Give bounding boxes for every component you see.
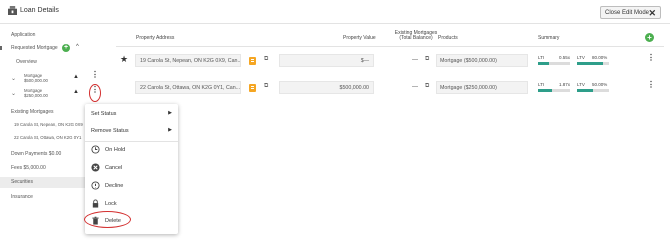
annotation-circle-more-options xyxy=(89,84,101,102)
chevron-down-icon[interactable]: ⌄ xyxy=(11,75,16,82)
sidebar-item-existing-mortgages[interactable]: Existing Mortgages xyxy=(11,109,54,115)
sidebar-item-overview[interactable]: Overview xyxy=(16,59,37,65)
external-link-icon[interactable]: ⧉ xyxy=(425,83,429,90)
row-more-options-icon[interactable]: ⋮ xyxy=(647,54,655,62)
menu-item-decline[interactable]: Decline xyxy=(85,178,178,194)
products-field[interactable]: Mortgage ($500,000.00) xyxy=(436,54,528,67)
column-header-property-value: Property Value xyxy=(343,35,376,41)
lti-bar xyxy=(538,89,570,92)
close-edit-mode-label: Close Edit Mode xyxy=(605,10,650,16)
primary-star-icon[interactable]: ★ xyxy=(120,54,128,65)
property-address-field[interactable]: 19 Carola St, Nepean, ON K2G 0X9, Can... xyxy=(135,54,241,67)
lti-label: LTI xyxy=(538,55,545,60)
sidebar-item-application[interactable]: Application xyxy=(11,32,35,38)
property-icon: ▲ xyxy=(73,74,79,80)
products-field[interactable]: Mortgage ($250,000.00) xyxy=(436,81,528,94)
set-status-label: Set Status xyxy=(91,111,117,117)
menu-item-set-status[interactable]: Set Status ▶ xyxy=(85,106,178,122)
mortgage-amount: $250,000.00 xyxy=(24,93,48,98)
sidebar-item-requested-mortgage[interactable]: Requested Mortgage xyxy=(11,45,58,51)
mortgage-label: Mortgage $500,000.00 xyxy=(24,73,48,83)
sidebar-item-fees[interactable]: Fees $5,000.00 xyxy=(11,165,46,171)
property-icon: ▲ xyxy=(73,89,79,95)
cancel-label: Cancel xyxy=(105,165,123,171)
ltv-label: LTV xyxy=(577,82,585,87)
external-link-icon[interactable]: ⧉ xyxy=(425,56,429,63)
column-header-summary: Summary xyxy=(538,35,560,41)
existing-mortgages-header-line2: (Total Balance) xyxy=(399,35,433,41)
existing-balance-value: — xyxy=(412,57,418,63)
ltv-value: 80.00% xyxy=(592,55,608,60)
lti-value: 1.87x xyxy=(559,82,571,87)
property-value-field[interactable]: $500,000.00 xyxy=(279,81,374,94)
sidebar-item-insurance[interactable]: Insurance xyxy=(11,194,33,200)
mortgage-label: Mortgage $250,000.00 xyxy=(24,88,48,98)
submenu-arrow-icon: ▶ xyxy=(168,110,172,116)
close-edit-mode-button[interactable]: Close Edit Mode ✕ xyxy=(600,6,661,19)
ltv-bar xyxy=(577,62,609,65)
document-icon[interactable] xyxy=(249,57,256,65)
ltv-value: 50.00% xyxy=(592,82,608,87)
lti-value: 0.55x xyxy=(559,55,571,60)
chevron-down-icon[interactable]: ⌄ xyxy=(11,90,16,97)
securities-table-header: Property Address Property Value Existing… xyxy=(116,27,664,47)
property-address-field[interactable]: 22 Carola St, Ottawa, ON K2G 0Y1, Can... xyxy=(135,81,241,94)
decline-label: Decline xyxy=(105,183,124,189)
ltv-bar-fill xyxy=(577,62,603,65)
document-icon[interactable] xyxy=(249,84,256,92)
lock-label: Lock xyxy=(105,201,117,207)
lti-bar xyxy=(538,62,570,65)
ltv-bar-fill xyxy=(577,89,593,92)
loan-details-icon xyxy=(8,6,17,15)
row-more-options-icon[interactable]: ⋮ xyxy=(647,81,655,89)
column-header-products: Products xyxy=(438,35,458,41)
mortgage-amount: $500,000.00 xyxy=(24,78,48,83)
column-header-existing-mortgages: Existing Mortgages (Total Balance) xyxy=(391,31,441,41)
table-row: ★ 19 Carola St, Nepean, ON K2G 0X9, Can.… xyxy=(116,49,664,73)
remove-status-label: Remove Status xyxy=(91,128,129,134)
property-value-field[interactable]: $— xyxy=(279,54,374,67)
chevron-up-icon[interactable]: ^ xyxy=(76,44,79,50)
lock-icon xyxy=(92,199,99,208)
clock-icon xyxy=(91,145,100,154)
sidebar-item-down-payments[interactable]: Down Payments $0.00 xyxy=(11,151,61,157)
add-security-button[interactable]: + xyxy=(645,33,654,42)
lti-bar-fill xyxy=(538,62,550,65)
ltv-bar xyxy=(577,89,609,92)
sidebar-item-existing-1[interactable]: 19 Carola St, Nepean, ON K2G 0X9 xyxy=(14,122,83,127)
annotation-circle-delete xyxy=(84,211,131,228)
add-mortgage-icon[interactable]: + xyxy=(62,44,70,52)
menu-item-cancel[interactable]: Cancel xyxy=(85,160,178,176)
column-header-property-address: Property Address xyxy=(136,35,175,41)
external-link-icon[interactable]: ⧉ xyxy=(264,83,268,90)
page-header: Loan Details Close Edit Mode ✕ xyxy=(0,0,670,24)
on-hold-label: On Hold xyxy=(105,147,126,153)
menu-item-on-hold[interactable]: On Hold xyxy=(85,142,178,158)
external-link-icon[interactable]: ⧉ xyxy=(264,56,268,63)
lti-bar-fill xyxy=(538,89,553,92)
lti-label: LTI xyxy=(538,82,545,87)
menu-item-remove-status[interactable]: Remove Status ▶ xyxy=(85,123,178,139)
close-icon: ✕ xyxy=(648,8,656,18)
info-circle-icon xyxy=(91,181,100,190)
sidebar-item-existing-2[interactable]: 22 Carola St, Ottawa, ON K2G 0Y1 xyxy=(14,135,81,140)
page-title: Loan Details xyxy=(20,7,59,14)
table-row: 22 Carola St, Ottawa, ON K2G 0Y1, Can...… xyxy=(116,76,664,100)
submenu-arrow-icon: ▶ xyxy=(168,127,172,133)
more-options-icon[interactable]: ⋮ xyxy=(91,71,99,79)
cancel-icon xyxy=(91,163,100,172)
ltv-label: LTV xyxy=(577,55,585,60)
menu-item-lock[interactable]: Lock xyxy=(85,196,178,212)
existing-balance-value: — xyxy=(412,84,418,90)
